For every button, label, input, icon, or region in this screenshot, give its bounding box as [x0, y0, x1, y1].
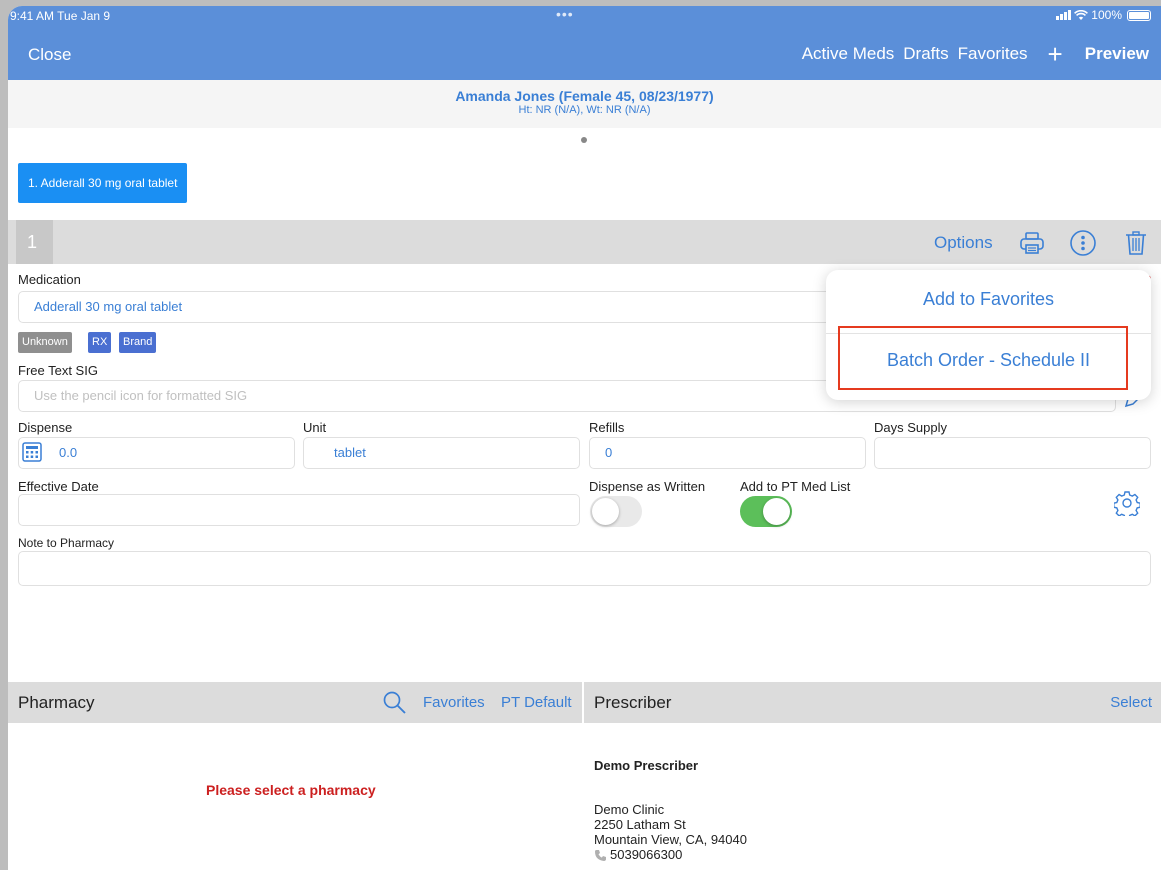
favorites-button[interactable]: Favorites: [958, 44, 1028, 64]
add-to-med-list-label: Add to PT Med List: [740, 479, 851, 494]
page-indicator: [581, 137, 587, 143]
pharmacy-title: Pharmacy: [18, 693, 95, 712]
highlight-box: [838, 326, 1128, 390]
status-badge-unknown: Unknown: [18, 332, 72, 353]
note-label: Note to Pharmacy: [18, 536, 115, 550]
effective-date-label: Effective Date: [18, 479, 99, 494]
prescriber-select-button[interactable]: Select: [1110, 694, 1152, 711]
navigation-bar: 9:41 AM Tue Jan 9 ••• 100% Close Active …: [8, 6, 1161, 80]
prescription-number: 1: [16, 220, 53, 264]
effective-date-field[interactable]: [18, 494, 580, 526]
nav-actions: Active Meds Drafts Favorites + Preview: [793, 41, 1149, 67]
pharmacy-favorites-button[interactable]: Favorites: [423, 694, 485, 711]
pharmacy-pt-default-button[interactable]: PT Default: [501, 694, 572, 711]
days-supply-field[interactable]: [874, 437, 1151, 469]
dispense-field[interactable]: 0.0: [18, 437, 295, 469]
battery-icon: [1127, 9, 1151, 21]
status-badge-brand: Brand: [119, 332, 157, 353]
prescriber-clinic: Demo Clinic: [594, 802, 665, 817]
multitask-dots-icon[interactable]: •••: [556, 6, 574, 22]
status-badge-rx: RX: [88, 332, 112, 353]
dispense-as-written-label: Dispense as Written: [589, 479, 706, 494]
more-options-icon[interactable]: [1069, 229, 1097, 257]
unit-label: Unit: [303, 420, 327, 435]
refills-label: Refills: [589, 420, 625, 435]
calculator-icon[interactable]: [22, 442, 42, 462]
prescriber-city: Mountain View, CA, 94040: [594, 832, 747, 847]
pharmacy-header: Pharmacy Favorites PT Default: [8, 682, 582, 723]
search-icon[interactable]: [382, 690, 408, 716]
status-right: 100%: [1056, 8, 1151, 22]
status-bar: 9:41 AM Tue Jan 9 ••• 100%: [8, 6, 1161, 26]
prescriber-name: Demo Prescriber: [594, 758, 699, 773]
patient-height-weight: Ht: NR (N/A), Wt: NR (N/A): [518, 104, 651, 116]
status-time: 9:41 AM Tue Jan 9: [10, 9, 111, 23]
gear-icon[interactable]: [1114, 490, 1140, 516]
phone-icon: [595, 850, 606, 861]
dispense-as-written-toggle[interactable]: [590, 496, 642, 527]
battery-percent: 100%: [1091, 8, 1122, 22]
patient-name: Amanda Jones (Female 45, 08/23/1977): [455, 88, 714, 104]
preview-button[interactable]: Preview: [1085, 44, 1149, 64]
refills-field[interactable]: 0: [589, 437, 866, 469]
active-meds-button[interactable]: Active Meds: [802, 44, 895, 64]
signal-icon: [1056, 10, 1072, 20]
pharmacy-error-message: Please select a pharmacy: [206, 782, 376, 798]
print-icon[interactable]: [1018, 229, 1046, 257]
medication-tab[interactable]: 1. Adderall 30 mg oral tablet: [18, 163, 188, 203]
close-button[interactable]: Close: [28, 45, 71, 65]
add-to-med-list-toggle[interactable]: [740, 496, 792, 527]
dispense-label: Dispense: [18, 420, 73, 435]
days-supply-label: Days Supply: [874, 420, 947, 435]
trash-icon[interactable]: [1122, 229, 1150, 257]
patient-header: Amanda Jones (Female 45, 08/23/1977) Ht:…: [8, 80, 1161, 128]
options-button[interactable]: Options: [934, 233, 993, 253]
prescription-toolbar: 1 Options: [8, 220, 1161, 264]
prescriber-title: Prescriber: [594, 693, 672, 712]
note-field[interactable]: [18, 551, 1151, 586]
prescriber-phone: 5039066300: [610, 847, 683, 862]
ipad-screen: 9:41 AM Tue Jan 9 ••• 100% Close Active …: [8, 6, 1161, 870]
medication-label: Medication: [18, 272, 81, 287]
drafts-button[interactable]: Drafts: [903, 44, 948, 64]
add-to-favorites-menu-item[interactable]: Add to Favorites: [826, 289, 1151, 310]
add-icon[interactable]: +: [1048, 41, 1063, 67]
sig-label: Free Text SIG: [18, 363, 98, 378]
prescriber-street: 2250 Latham St: [594, 817, 686, 832]
prescriber-header: Prescriber Select: [584, 682, 1161, 723]
unit-field[interactable]: tablet: [303, 437, 580, 469]
wifi-icon: [1074, 9, 1089, 20]
